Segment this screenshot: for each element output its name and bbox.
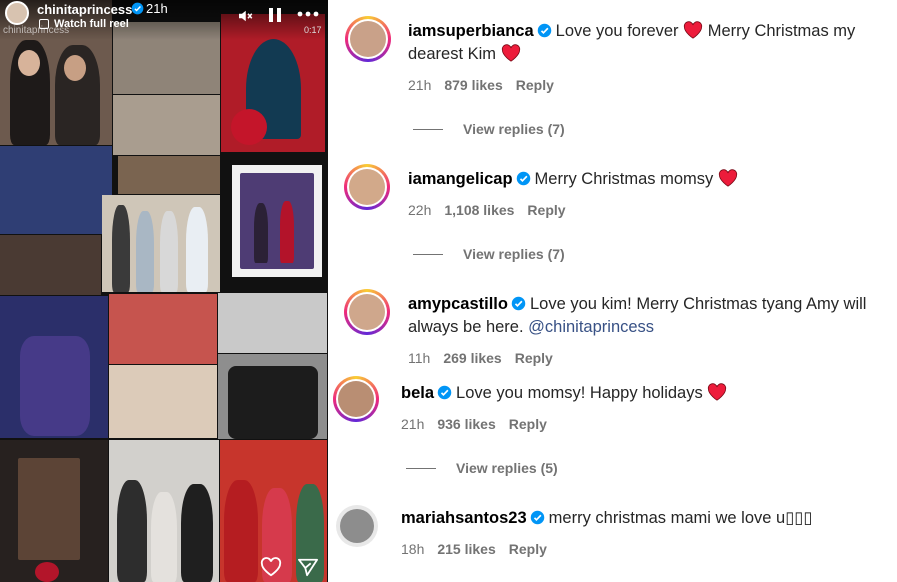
reply-button[interactable]: Reply (509, 416, 547, 432)
comment-likes[interactable]: 1,108 likes (444, 202, 514, 218)
comment-time: 21h (401, 416, 425, 432)
photo-tile (109, 365, 217, 438)
view-replies-button[interactable]: View replies (7) (463, 121, 565, 137)
photo-tile (0, 146, 112, 234)
photo-tile (102, 195, 220, 292)
comment: mariahsantos23 merry christmas mami we lo… (401, 507, 881, 530)
comment-text: merry christmas mami we love u▯▯▯ (548, 509, 813, 527)
reply-button[interactable]: Reply (509, 541, 547, 557)
reel-avatar[interactable] (5, 1, 29, 25)
avatar[interactable] (336, 505, 378, 547)
red-heart-icon (501, 44, 520, 62)
photo-tile (109, 294, 217, 364)
photo-tile (0, 296, 108, 438)
photo-tile (0, 440, 108, 582)
comment-username[interactable]: mariahsantos23 (401, 509, 527, 527)
comment-time: 11h (408, 350, 431, 366)
comment-username[interactable]: iamangelicap (408, 170, 513, 188)
send-icon[interactable] (297, 557, 319, 577)
comment-meta: 21h 936 likes Reply (401, 416, 560, 432)
photo-tile (118, 156, 220, 194)
mention-link[interactable]: @chinitaprincess (528, 318, 654, 336)
watermark: chinitaprincess (3, 25, 70, 36)
red-heart-icon (708, 383, 727, 401)
reel-video[interactable]: chinitaprincess 21h Watch full reel chin… (0, 0, 328, 582)
comment-username[interactable]: bela (401, 384, 434, 402)
comment-username[interactable]: amypcastillo (408, 295, 508, 313)
avatar[interactable] (344, 289, 390, 335)
verified-icon (131, 2, 144, 15)
comment-meta: 22h 1,108 likes Reply (408, 202, 579, 218)
verified-icon (537, 23, 551, 38)
comment-meta: 11h 269 likes Reply (408, 350, 566, 366)
photo-tile (113, 95, 220, 155)
reel-timer: 0:17 (304, 25, 322, 35)
reply-button[interactable]: Reply (527, 202, 565, 218)
avatar[interactable] (333, 376, 379, 422)
photo-tile (109, 440, 219, 582)
comment: amypcastillo Love you kim! Merry Christma… (408, 293, 893, 339)
comment-text: Merry Christmas momsy (535, 169, 738, 188)
red-heart-icon (684, 21, 703, 39)
more-icon[interactable] (297, 9, 319, 19)
comment: iamangelicap Merry Christmas momsy (408, 168, 888, 191)
pause-icon[interactable] (269, 8, 281, 22)
heart-icon[interactable] (260, 557, 282, 577)
comment-time: 18h (401, 541, 425, 557)
comment-meta: 18h 215 likes Reply (401, 541, 560, 557)
comment-time: 22h (408, 202, 432, 218)
comment: bela Love you momsy! Happy holidays (401, 382, 881, 405)
avatar[interactable] (345, 16, 391, 62)
verified-icon (530, 510, 544, 525)
photo-tile (232, 165, 322, 277)
comment-username[interactable]: iamsuperbianca (408, 22, 534, 40)
reply-button[interactable]: Reply (515, 350, 553, 366)
reply-button[interactable]: Reply (516, 77, 554, 93)
view-replies-button[interactable]: View replies (5) (456, 460, 558, 476)
view-replies-button[interactable]: View replies (7) (463, 246, 565, 262)
red-heart-icon (718, 169, 737, 187)
comment-text: Love you momsy! Happy holidays (456, 383, 727, 402)
comment-time: 21h (408, 77, 432, 93)
divider (413, 254, 443, 255)
page: chinitaprincess 21h Watch full reel chin… (0, 0, 897, 582)
avatar[interactable] (344, 164, 390, 210)
volume-mute-icon[interactable] (236, 7, 254, 25)
comment-likes[interactable]: 215 likes (437, 541, 495, 557)
photo-tile (218, 293, 327, 353)
reel-time: 21h (146, 1, 168, 16)
divider (413, 129, 443, 130)
comment-meta: 21h 879 likes Reply (408, 77, 567, 93)
comment-likes[interactable]: 879 likes (444, 77, 502, 93)
divider (406, 468, 436, 469)
verified-icon (437, 385, 452, 400)
photo-tile (218, 354, 327, 439)
comment-likes[interactable]: 269 likes (443, 350, 501, 366)
comment: iamsuperbianca Love you forever Merry Chr… (408, 20, 888, 66)
verified-icon (516, 171, 530, 186)
comment-likes[interactable]: 936 likes (437, 416, 495, 432)
photo-tile (0, 235, 101, 295)
verified-icon (511, 296, 526, 311)
reel-username[interactable]: chinitaprincess (37, 2, 132, 17)
